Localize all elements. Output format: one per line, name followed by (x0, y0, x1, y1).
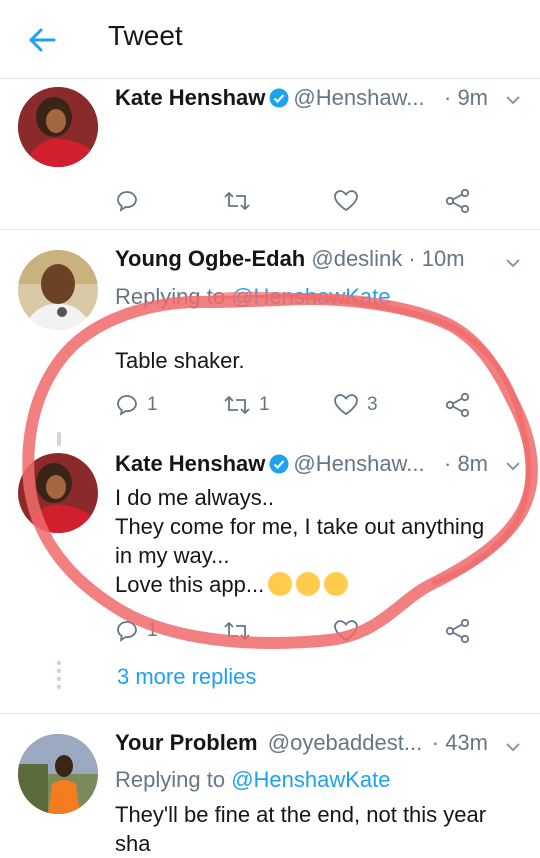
more-replies-link[interactable]: 3 more replies (117, 664, 256, 690)
timestamp[interactable]: · 43m (432, 730, 488, 756)
tweet-text: Table shaker. (115, 348, 245, 373)
handle[interactable]: @deslink (311, 246, 402, 271)
tweet-actions: 1 (115, 616, 495, 646)
retweet-icon (224, 191, 250, 211)
emoji-icon (268, 572, 293, 596)
share-icon (445, 392, 470, 418)
thread-line (57, 432, 61, 446)
like-button[interactable] (333, 616, 367, 646)
verified-badge-icon (269, 88, 289, 108)
verified-badge-icon (269, 454, 289, 474)
tweet-actions (115, 186, 495, 216)
like-button[interactable]: 3 (333, 390, 378, 420)
tweet-text-line: They'll be fine at the end, not this yea… (115, 802, 487, 827)
back-arrow-icon[interactable] (24, 22, 60, 58)
timestamp[interactable]: · 9m (444, 85, 488, 111)
tweet-4[interactable]: Your Problem @oyebaddest... · 43m Replyi… (0, 714, 540, 856)
heart-icon (334, 394, 358, 416)
tweet-1[interactable]: Kate Henshaw @Henshaw... · 9m (0, 79, 540, 229)
tweet-text-line: sha (115, 831, 151, 856)
avatar[interactable] (18, 734, 98, 814)
share-button[interactable] (445, 186, 471, 216)
avatar[interactable] (18, 250, 98, 330)
avatar[interactable] (18, 87, 98, 167)
reply-count: 1 (147, 394, 158, 415)
reply-icon (117, 191, 137, 212)
retweet-icon (224, 621, 250, 641)
avatar[interactable] (18, 453, 98, 533)
tweet-text: They'll be fine at the end, not this yea… (115, 800, 520, 858)
share-button[interactable] (445, 390, 471, 420)
display-name[interactable]: Kate Henshaw (115, 85, 265, 110)
reply-button[interactable]: 1 (115, 616, 158, 646)
retweet-button[interactable] (223, 186, 259, 216)
display-name[interactable]: Your Problem (115, 730, 258, 755)
reply-icon (117, 395, 137, 416)
emoji-icon (324, 572, 349, 596)
tweet-text-line: Love this app... (115, 570, 520, 599)
handle[interactable]: @oyebaddest... (268, 730, 422, 755)
timestamp[interactable]: · 10m (408, 246, 464, 271)
reply-button[interactable]: 1 (115, 390, 158, 420)
timestamp[interactable]: · 8m (444, 451, 488, 477)
top-bar: Tweet (0, 0, 540, 79)
chevron-down-icon[interactable] (504, 738, 522, 756)
handle[interactable]: @Henshaw... (293, 451, 424, 476)
like-button[interactable] (333, 186, 367, 216)
tweet-text: I do me always.. They come for me, I tak… (115, 483, 520, 599)
replying-to: Replying to @HenshawKate (115, 767, 391, 792)
tweet-3[interactable]: Kate Henshaw @Henshaw... · 8m I do me alw… (0, 445, 540, 655)
retweet-button[interactable] (223, 616, 259, 646)
tweet-header: Your Problem @oyebaddest... · 43m (115, 730, 522, 760)
share-icon (445, 188, 470, 214)
retweet-count: 1 (259, 394, 270, 415)
display-name[interactable]: Young Ogbe-Edah (115, 246, 305, 271)
tweet-text-line: in my way... (115, 543, 230, 568)
replying-to: Replying to @HenshawKate (115, 284, 391, 309)
tweet-2[interactable]: Young Ogbe-Edah @deslink · 10m Replying … (0, 230, 540, 440)
heart-icon (334, 190, 358, 212)
share-icon (445, 618, 470, 644)
reply-button[interactable] (115, 186, 147, 216)
retweet-icon (224, 395, 250, 415)
more-dots-icon (56, 660, 62, 690)
reply-icon (117, 621, 137, 642)
tweet-header: Young Ogbe-Edah @deslink · 10m (115, 246, 522, 276)
retweet-button[interactable]: 1 (223, 390, 270, 420)
tweet-text-line: They come for me, I take out anything (115, 514, 485, 539)
tweet-actions: 1 1 3 (115, 390, 495, 420)
tweet-header: Kate Henshaw @Henshaw... · 8m (115, 451, 522, 481)
display-name[interactable]: Kate Henshaw (115, 451, 265, 476)
share-button[interactable] (445, 616, 471, 646)
reply-mention-link[interactable]: @HenshawKate (231, 284, 390, 309)
reply-count: 1 (147, 620, 158, 641)
handle[interactable]: @Henshaw... (293, 85, 424, 110)
page-title: Tweet (108, 20, 183, 51)
tweet-text-line: I do me always.. (115, 485, 274, 510)
reply-mention-link[interactable]: @HenshawKate (231, 767, 390, 792)
heart-icon (334, 620, 358, 642)
chevron-down-icon[interactable] (504, 254, 522, 272)
emoji-icon (296, 572, 321, 596)
tweet-header: Kate Henshaw @Henshaw... · 9m (115, 85, 522, 115)
like-count: 3 (367, 394, 378, 415)
chevron-down-icon[interactable] (504, 91, 522, 109)
chevron-down-icon[interactable] (504, 457, 522, 475)
